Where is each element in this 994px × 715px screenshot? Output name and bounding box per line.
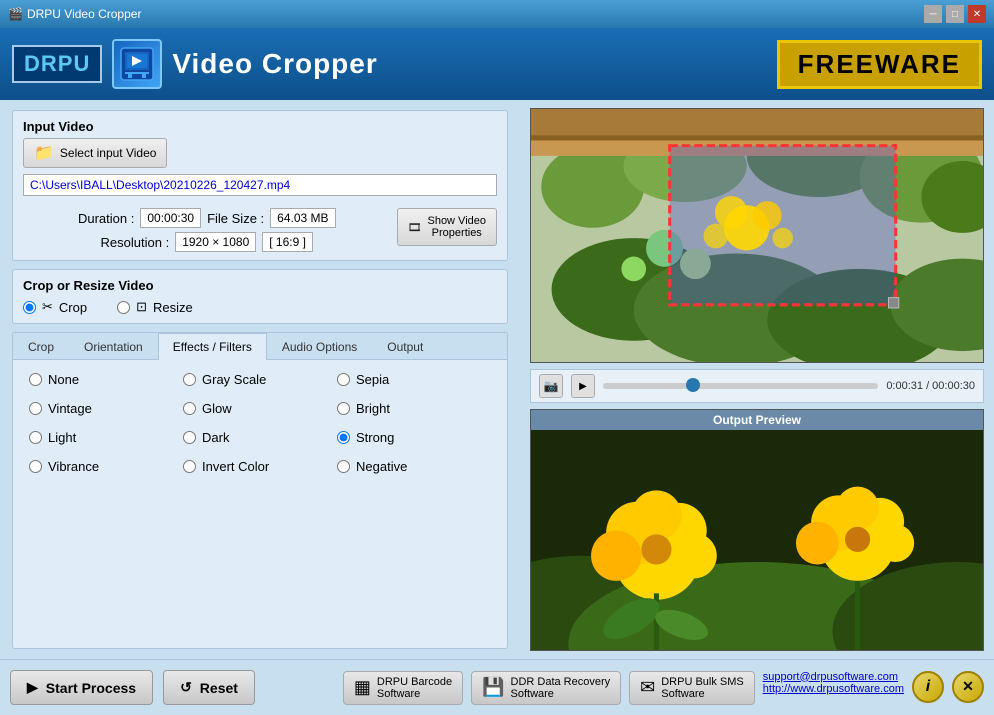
tab-crop[interactable]: Crop xyxy=(13,333,69,360)
window-controls: ─ □ ✕ xyxy=(924,5,986,23)
duration-label: Duration : xyxy=(78,211,134,226)
recovery-icon: 💾 xyxy=(482,677,504,698)
resize-radio-label: Resize xyxy=(153,300,193,315)
crop-resize-radio-group: ✂ Crop ⊡ Resize xyxy=(23,299,497,315)
drpu-logo: DRPU xyxy=(12,45,102,83)
effect-none[interactable]: None xyxy=(29,372,183,387)
reset-icon: ↺ xyxy=(180,679,192,696)
website-link[interactable]: http://www.drpusoftware.com xyxy=(763,683,904,695)
app-title: Video Cropper xyxy=(172,48,377,80)
data-recovery-button[interactable]: 💾 DDR Data RecoverySoftware xyxy=(471,671,621,705)
video-preview xyxy=(530,108,984,363)
resize-radio[interactable] xyxy=(117,301,130,314)
main-content: Input Video 📁 Select input Video Duratio… xyxy=(0,100,994,659)
duration-value: 00:00:30 xyxy=(140,208,201,228)
effects-tab-content: None Gray Scale Sepia Vintage Glow xyxy=(13,360,507,486)
window-title: DRPU Video Cropper xyxy=(27,7,142,21)
video-background xyxy=(531,109,983,362)
folder-icon: 📁 xyxy=(34,143,54,163)
resize-radio-item[interactable]: ⊡ Resize xyxy=(117,299,193,315)
effect-vintage[interactable]: Vintage xyxy=(29,401,183,416)
left-panel: Input Video 📁 Select input Video Duratio… xyxy=(0,100,520,659)
input-video-section: Input Video 📁 Select input Video Duratio… xyxy=(12,110,508,261)
filesize-value: 64.03 MB xyxy=(270,208,335,228)
email-link[interactable]: support@drpusoftware.com xyxy=(763,671,904,683)
file-path-input[interactable] xyxy=(23,174,497,196)
right-panel: 📷 ▶ 0:00:31 / 00:00:30 Output Preview xyxy=(520,100,994,659)
effect-dark[interactable]: Dark xyxy=(183,430,337,445)
effect-sepia[interactable]: Sepia xyxy=(337,372,491,387)
title-bar: 🎬 DRPU Video Cropper ─ □ ✕ xyxy=(0,0,994,28)
play-button[interactable]: ▶ xyxy=(571,374,595,398)
playback-bar: 📷 ▶ 0:00:31 / 00:00:30 xyxy=(530,369,984,403)
crop-resize-section: Crop or Resize Video ✂ Crop ⊡ Resize xyxy=(12,269,508,324)
output-preview-label: Output Preview xyxy=(531,410,983,430)
seek-handle[interactable] xyxy=(686,378,700,392)
tab-orientation[interactable]: Orientation xyxy=(69,333,158,360)
effect-light[interactable]: Light xyxy=(29,430,183,445)
bulk-sms-button[interactable]: ✉ DRPU Bulk SMSSoftware xyxy=(629,671,755,705)
effect-negative[interactable]: Negative xyxy=(337,459,491,474)
effect-glow[interactable]: Glow xyxy=(183,401,337,416)
info-button[interactable]: i xyxy=(912,671,944,703)
crop-radio-label: Crop xyxy=(59,300,87,315)
effect-grayscale[interactable]: Gray Scale xyxy=(183,372,337,387)
effect-strong[interactable]: Strong xyxy=(337,430,491,445)
output-video xyxy=(531,430,983,650)
tab-output[interactable]: Output xyxy=(372,333,438,360)
effect-invert[interactable]: Invert Color xyxy=(183,459,337,474)
footer-links: ▦ DRPU BarcodeSoftware 💾 DDR Data Recove… xyxy=(343,671,984,705)
screenshot-button[interactable]: 📷 xyxy=(539,374,563,398)
crop-radio[interactable] xyxy=(23,301,36,314)
time-display: 0:00:31 / 00:00:30 xyxy=(886,380,975,392)
sms-icon: ✉ xyxy=(640,677,655,698)
output-preview-svg xyxy=(531,430,983,650)
resize-icon: ⊡ xyxy=(136,299,147,315)
video-frame-svg xyxy=(531,109,983,362)
output-preview-section: Output Preview xyxy=(530,409,984,651)
contact-info: support@drpusoftware.com http://www.drpu… xyxy=(763,671,904,705)
reset-button[interactable]: ↺ Reset xyxy=(163,670,255,705)
close-button[interactable]: ✕ xyxy=(968,5,986,23)
show-video-properties-button[interactable]: 🎞 Show Video Properties xyxy=(397,208,497,246)
crop-radio-item[interactable]: ✂ Crop xyxy=(23,299,87,315)
barcode-icon: ▦ xyxy=(354,677,371,698)
maximize-button[interactable]: □ xyxy=(946,5,964,23)
crop-resize-label: Crop or Resize Video xyxy=(23,278,497,293)
seek-bar[interactable] xyxy=(603,383,878,389)
barcode-software-button[interactable]: ▦ DRPU BarcodeSoftware xyxy=(343,671,463,705)
app-header: DRPU Video Cropper FREEWARE xyxy=(0,28,994,100)
footer-close-button[interactable]: ✕ xyxy=(952,671,984,703)
bottom-bar: ▶ Start Process ↺ Reset ▦ DRPU BarcodeSo… xyxy=(0,659,994,715)
select-input-video-button[interactable]: 📁 Select input Video xyxy=(23,138,167,168)
properties-icon: 🎞 xyxy=(408,221,422,234)
start-process-button[interactable]: ▶ Start Process xyxy=(10,670,153,705)
resolution-value: 1920 × 1080 xyxy=(175,232,256,252)
window-icon: 🎬 xyxy=(8,7,23,21)
app-icon xyxy=(112,39,162,89)
freeware-badge: FREEWARE xyxy=(777,40,982,89)
filesize-label: File Size : xyxy=(207,211,264,226)
effect-vibrance[interactable]: Vibrance xyxy=(29,459,183,474)
start-icon: ▶ xyxy=(27,679,38,696)
minimize-button[interactable]: ─ xyxy=(924,5,942,23)
tab-effects-filters[interactable]: Effects / Filters xyxy=(158,333,267,360)
input-video-label: Input Video xyxy=(23,119,497,134)
effect-bright[interactable]: Bright xyxy=(337,401,491,416)
tabs-section: Crop Orientation Effects / Filters Audio… xyxy=(12,332,508,649)
tabs-bar: Crop Orientation Effects / Filters Audio… xyxy=(13,333,507,360)
aspect-ratio-value: [ 16:9 ] xyxy=(262,232,313,252)
tab-audio-options[interactable]: Audio Options xyxy=(267,333,372,360)
crop-icon: ✂ xyxy=(42,299,53,315)
resolution-label: Resolution : xyxy=(101,235,170,250)
effects-grid: None Gray Scale Sepia Vintage Glow xyxy=(29,372,491,474)
